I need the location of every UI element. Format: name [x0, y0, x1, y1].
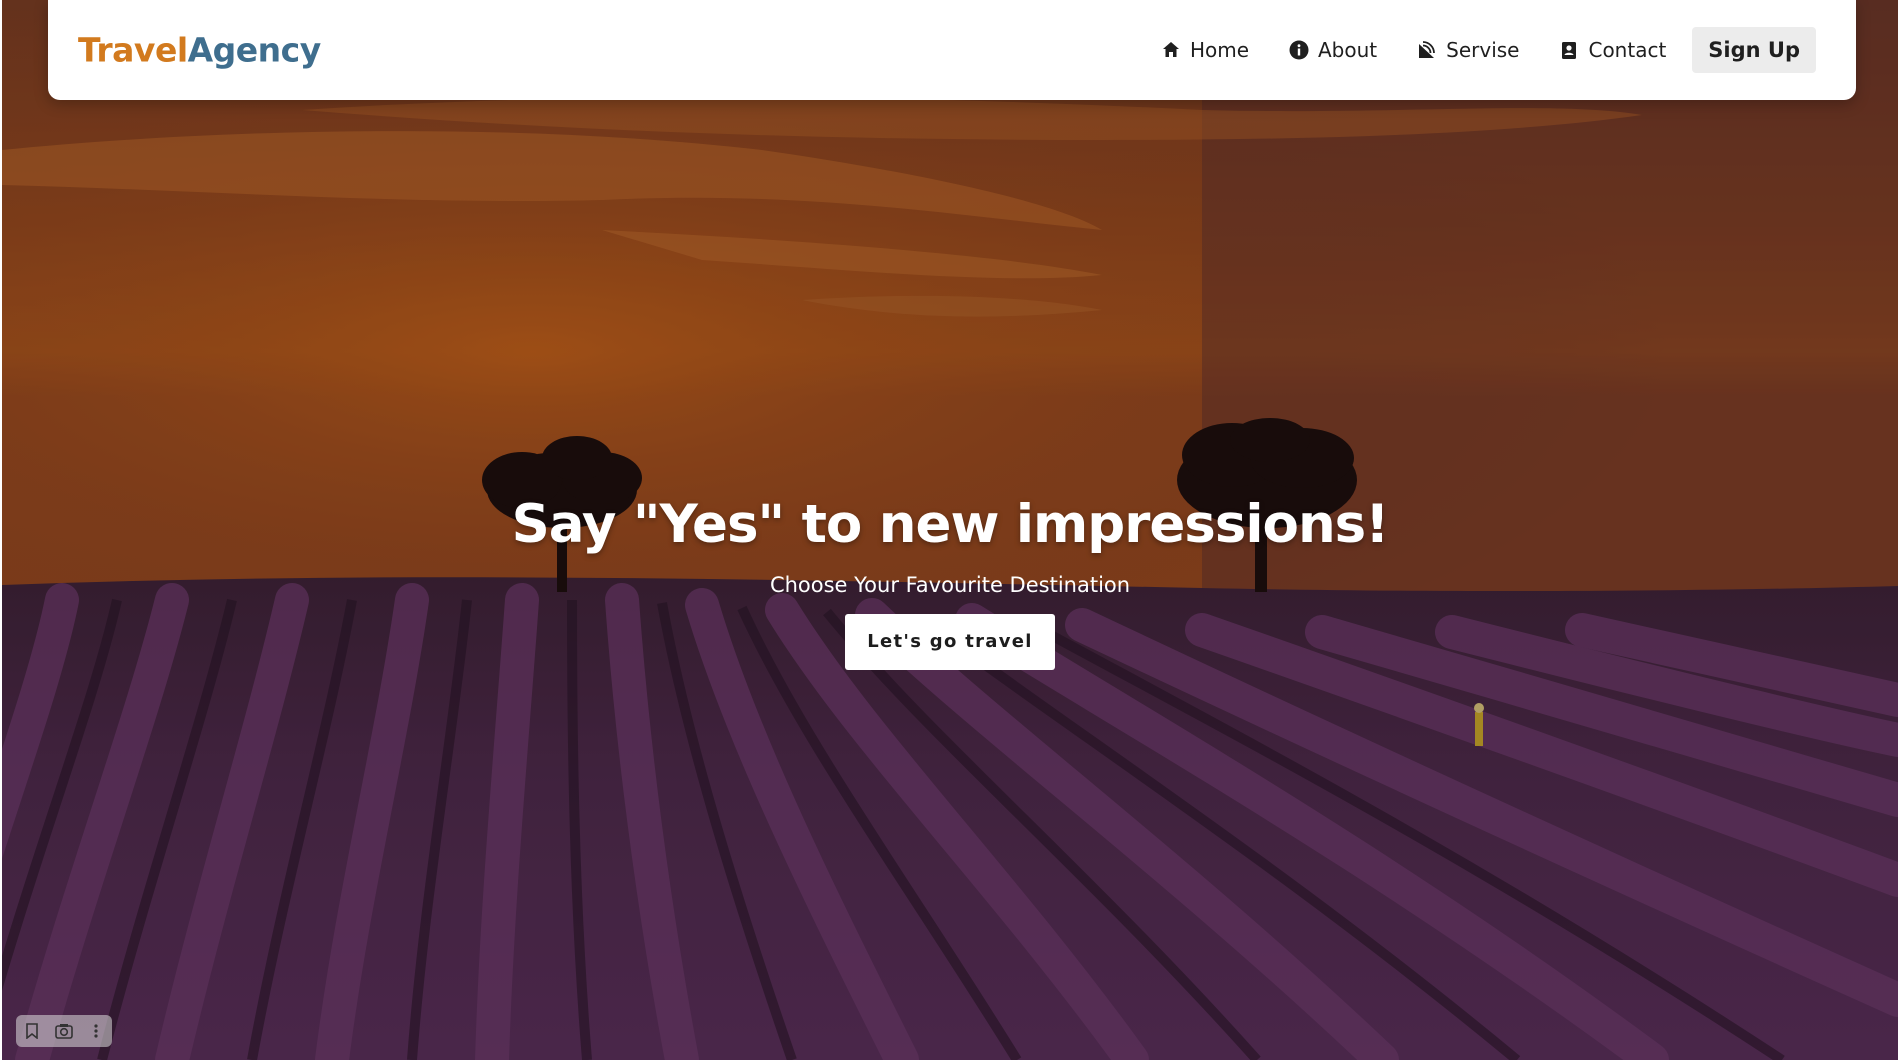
info-icon: [1289, 40, 1309, 60]
nav-item-servise[interactable]: Servise: [1417, 38, 1519, 62]
nav-item-about[interactable]: About: [1289, 38, 1377, 62]
nav-item-label: About: [1318, 38, 1378, 62]
nav-item-contact[interactable]: Contact: [1559, 38, 1666, 62]
navbar: TravelAgency Home About Servise Contact: [48, 0, 1856, 100]
floating-mini-toolbar: [16, 1015, 112, 1047]
more-vertical-icon[interactable]: [85, 1020, 107, 1042]
brand-logo[interactable]: TravelAgency: [78, 31, 321, 70]
nav-item-home[interactable]: Home: [1161, 38, 1249, 62]
lets-go-travel-button[interactable]: Let's go travel: [845, 614, 1055, 670]
bookmark-icon[interactable]: [21, 1020, 43, 1042]
brand-part-agency: Agency: [187, 30, 322, 70]
nav-item-label: Home: [1189, 38, 1249, 62]
hero-section: Say "Yes" to new impressions! Choose You…: [2, 0, 1898, 1060]
satellite-dish-icon: [1417, 40, 1437, 60]
hero-content: Say "Yes" to new impressions! Choose You…: [2, 490, 1898, 670]
hero-headline: Say "Yes" to new impressions!: [511, 494, 1390, 555]
brand-part-travel: Travel: [78, 30, 188, 70]
nav-item-label: Servise: [1446, 38, 1520, 62]
hero-subline: Choose Your Favourite Destination: [769, 573, 1131, 597]
camera-icon[interactable]: [53, 1020, 75, 1042]
nav-item-label: Contact: [1588, 38, 1667, 62]
sign-up-button[interactable]: Sign Up: [1692, 27, 1816, 73]
address-book-icon: [1559, 40, 1579, 60]
nav-menu: Home About Servise Contact Sign Up: [1121, 27, 1816, 73]
home-icon: [1161, 40, 1181, 60]
